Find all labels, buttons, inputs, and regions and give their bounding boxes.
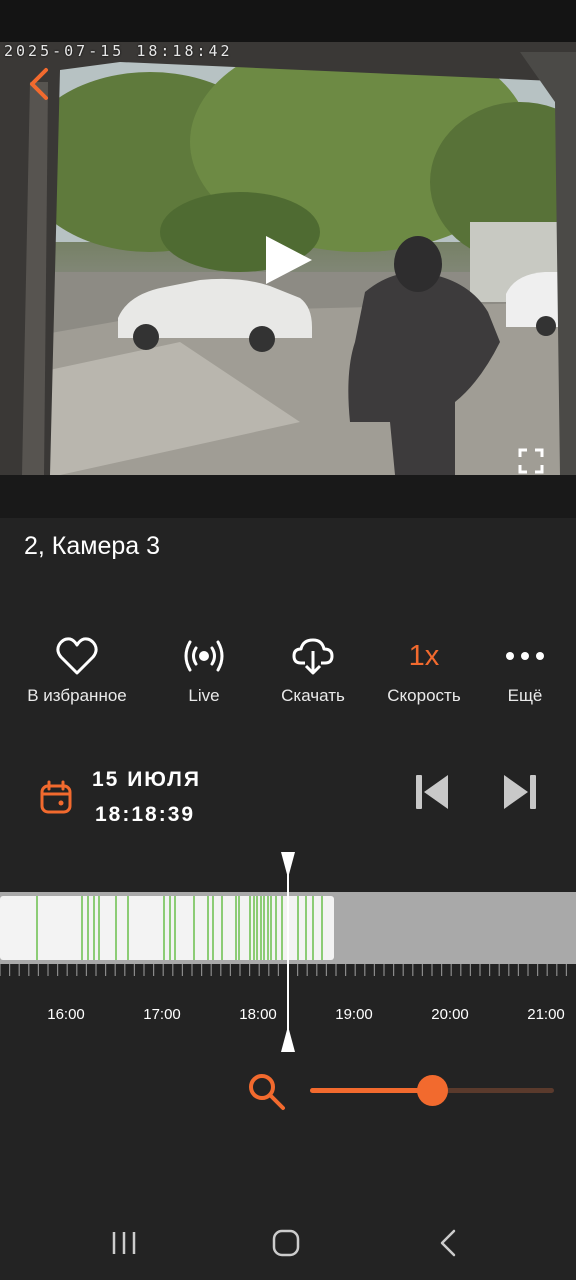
- calendar-icon: [40, 780, 72, 814]
- skip-previous-icon: [416, 775, 448, 809]
- next-event-button[interactable]: [500, 772, 540, 812]
- status-bar: [0, 0, 576, 42]
- system-back-button[interactable]: [426, 1226, 470, 1260]
- video-controls-bar: [0, 475, 576, 518]
- fullscreen-button[interactable]: [516, 446, 546, 475]
- video-timestamp: 2025-07-15 18:18:42: [4, 42, 233, 60]
- more-button[interactable]: Ещё: [460, 628, 576, 718]
- cloud-download-icon: [292, 638, 334, 675]
- zoom-slider-fill: [310, 1088, 432, 1093]
- calendar-button[interactable]: [38, 780, 74, 816]
- favorite-label: В избранное: [27, 686, 127, 705]
- back-button[interactable]: [24, 64, 56, 104]
- previous-event-button[interactable]: [412, 772, 452, 812]
- hour-label: 19:00: [335, 1006, 373, 1023]
- playhead-bottom-marker[interactable]: [281, 1026, 295, 1052]
- recorded-range: [0, 896, 334, 960]
- home-icon: [272, 1229, 300, 1257]
- skip-next-icon: [504, 775, 536, 809]
- more-icon: [506, 652, 544, 660]
- playback-date: 15 ИЮЛЯ: [92, 768, 201, 791]
- hour-label: 16:00: [47, 1006, 85, 1023]
- more-label: Ещё: [507, 686, 543, 705]
- favorite-button[interactable]: В избранное: [12, 628, 142, 718]
- hour-label: 21:00: [527, 1006, 565, 1023]
- timeline-track: [0, 852, 576, 1052]
- action-bar: В избранное Live Скачать 1x Скорость Ещё: [0, 628, 576, 718]
- broadcast-icon: [184, 640, 224, 672]
- speed-value: 1x: [408, 639, 440, 672]
- playhead-top-marker[interactable]: [281, 852, 295, 878]
- zoom-button[interactable]: [245, 1070, 287, 1112]
- recent-apps-button[interactable]: [102, 1226, 146, 1260]
- zoom-slider-thumb[interactable]: [417, 1075, 448, 1106]
- hour-label: 17:00: [143, 1006, 181, 1023]
- camera-title: 2, Камера 3: [24, 532, 161, 560]
- hour-label: 18:00: [239, 1006, 277, 1023]
- video-player[interactable]: 2025-07-15 18:18:42: [0, 42, 576, 475]
- fullscreen-icon: [518, 448, 544, 474]
- play-button[interactable]: [258, 232, 318, 288]
- back-arrow-icon: [440, 1229, 456, 1257]
- zoom-slider[interactable]: [310, 1075, 554, 1106]
- system-nav-bar: [0, 1200, 576, 1280]
- timeline[interactable]: 16:00 17:00 18:00 19:00 20:00 21:00: [0, 850, 576, 1060]
- search-icon: [249, 1074, 285, 1110]
- recents-icon: [112, 1232, 136, 1254]
- home-button[interactable]: [264, 1226, 308, 1260]
- chevron-left-icon: [30, 68, 48, 100]
- hour-label: 20:00: [431, 1006, 469, 1023]
- play-icon: [266, 236, 312, 284]
- heart-icon: [56, 637, 98, 675]
- playback-time: 18:18:39: [95, 803, 196, 826]
